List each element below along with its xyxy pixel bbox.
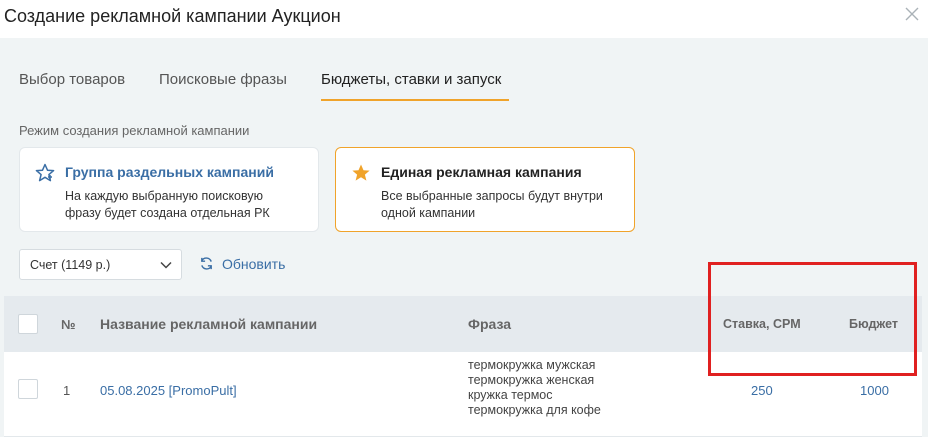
campaigns-table: № Название рекламной кампании Фраза Став… [4,296,922,437]
tab-search-phrases[interactable]: Поисковые фразы [159,71,287,88]
mode-card-single-campaign[interactable]: Единая рекламная кампания Все выбранные … [335,147,635,232]
close-icon[interactable] [904,6,920,22]
mode-card-separate-campaigns[interactable]: Группа раздельных кампаний На каждую выб… [19,147,319,232]
account-select-value: Счет (1149 р.) [30,258,111,272]
card-description: На каждую выбранную поисковую фразу буде… [65,188,270,222]
card-description: Все выбранные запросы будут внутри одной… [381,188,603,222]
chevron-down-icon [160,261,172,269]
phrase-item: термокружка женская [468,373,595,387]
budget-value[interactable]: 1000 [860,383,889,398]
campaign-mode-label: Режим создания рекламной кампании [19,123,250,138]
card-description-line: фразу будет создана отдельная РК [65,206,270,220]
account-select[interactable]: Счет (1149 р.) [19,249,182,280]
star-filled-icon [352,164,370,181]
header-rate-cpm: Ставка, CPM [723,317,801,331]
campaign-name-link[interactable]: 05.08.2025 [PromoPult] [100,383,237,398]
modal-header: Создание рекламной кампании Аукцион [0,0,928,38]
card-description-line: Все выбранные запросы будут внутри [381,189,603,203]
header-campaign-name: Название рекламной кампании [100,316,318,332]
phrase-list: термокружка мужская термокружка женская … [468,358,601,418]
table-header: № Название рекламной кампании Фраза Став… [4,296,922,352]
select-all-checkbox[interactable] [18,314,38,334]
tab-budgets-rates-launch[interactable]: Бюджеты, ставки и запуск [321,71,501,88]
phrase-item: кружка термос [468,388,553,402]
card-title: Группа раздельных кампаний [65,164,274,180]
modal-body: Выбор товаров Поисковые фразы Бюджеты, с… [0,38,928,437]
card-title: Единая рекламная кампания [381,164,582,180]
row-checkbox[interactable] [18,379,38,399]
table-row: 1 05.08.2025 [PromoPult] термокружка муж… [4,352,922,437]
active-tab-indicator [321,99,509,101]
header-phrase: Фраза [468,316,512,332]
phrase-item: термокружка для кофе [468,403,601,417]
header-number: № [61,317,76,332]
refresh-label: Обновить [222,256,286,272]
header-budget: Бюджет [849,317,899,331]
rate-value[interactable]: 250 [751,383,773,398]
star-outline-icon [35,163,55,182]
tab-products[interactable]: Выбор товаров [19,71,125,88]
modal-title: Создание рекламной кампании Аукцион [4,6,341,26]
row-number: 1 [63,383,71,398]
refresh-icon [201,257,212,270]
card-description-line: одной кампании [381,206,476,220]
card-description-line: На каждую выбранную поисковую [65,189,263,203]
phrase-item: термокружка мужская [468,358,596,372]
